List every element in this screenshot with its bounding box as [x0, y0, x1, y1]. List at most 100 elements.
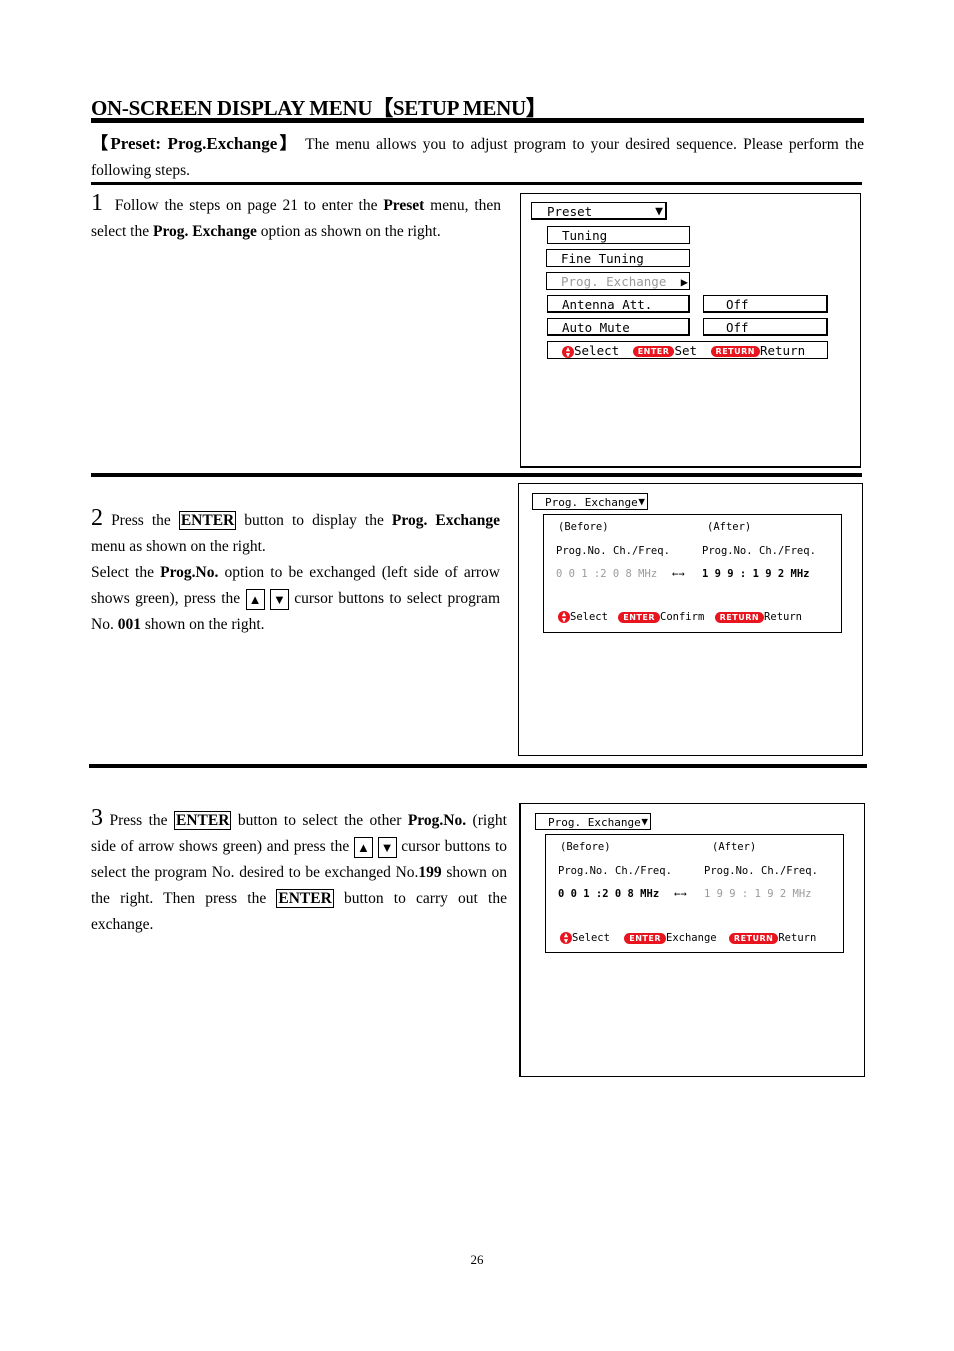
bold-run: Prog.No.: [407, 812, 467, 829]
osd-preset-panel: Preset ▼ Tuning Fine Tuning Prog. Exchan…: [520, 193, 861, 468]
up-arrow-key-icon: ▲: [245, 588, 265, 610]
text-run: button to display the: [236, 512, 392, 529]
text-run: menu as shown on the right.: [91, 538, 266, 555]
enter-button-icon: ENTER: [624, 932, 667, 944]
menu-item-antenna-att[interactable]: Antenna Att.: [547, 295, 690, 313]
step-1-rule: [91, 473, 862, 477]
down-arrow-key-icon: ▼: [377, 836, 397, 858]
enter-button-icon: ENTER: [618, 611, 661, 623]
step-number: 2: [91, 505, 103, 531]
exchange-arrow-icon: ←→: [674, 888, 687, 900]
text-run: Press the: [111, 512, 179, 529]
up-arrow-key-icon: ▲: [353, 836, 373, 858]
menu-item-auto-mute[interactable]: Auto Mute: [547, 318, 690, 336]
before-value[interactable]: 0 0 1 :2 0 8 MHz: [556, 568, 657, 580]
step-2-text: 2 Press the ENTER button to display the …: [91, 505, 501, 638]
step-1-text: 1 Follow the steps on page 21 to enter t…: [91, 190, 501, 245]
text-run: button to select the other: [231, 812, 408, 829]
enter-hint: Confirm: [660, 611, 705, 623]
text-run: Follow the steps on page 21 to enter the: [114, 197, 384, 214]
up-down-icon: ▲ ▼: [560, 932, 572, 945]
return-button-icon: RETURN: [728, 932, 779, 944]
menu-item-label: Fine Tuning: [561, 251, 644, 266]
col-freq-before: Ch./Freq.: [615, 865, 672, 877]
select-hint: Select: [570, 611, 608, 623]
return-button-icon: RETURN: [710, 346, 760, 357]
select-hint: Select: [574, 343, 620, 358]
col-freq-before: Ch./Freq.: [613, 545, 670, 557]
osd-footer: ▲ ▼ Select ENTER Exchange RETURN Return: [560, 932, 817, 945]
triangle-down-icon: ▼: [655, 204, 663, 219]
step-number: 1: [91, 190, 103, 216]
auto-mute-value[interactable]: Off: [703, 318, 828, 336]
title-rule: [91, 118, 864, 123]
select-hint: Select: [572, 932, 610, 944]
return-hint: Return: [778, 932, 817, 944]
value-label: Off: [726, 297, 749, 312]
before-label: (Before): [558, 521, 609, 533]
value-label: Off: [726, 320, 749, 335]
step-2-rule: [89, 764, 867, 768]
bold-run: 001: [117, 616, 141, 633]
exchange-arrow-icon: ←→: [672, 568, 685, 580]
bold-run: Prog. Exchange: [391, 512, 501, 529]
return-button-icon: RETURN: [714, 611, 765, 623]
text-run: Press the: [109, 812, 175, 829]
intro-rule: [91, 182, 862, 185]
antenna-att-value[interactable]: Off: [703, 295, 828, 313]
bold-run: Prog. Exchange: [152, 223, 257, 240]
up-down-icon: ▲ ▼: [558, 611, 570, 624]
text-run: shown on the right.: [140, 616, 265, 633]
enter-key-label: ENTER: [178, 511, 237, 530]
col-prog-no-before: Prog.No.: [558, 865, 609, 877]
after-value[interactable]: 1 9 9 : 1 9 2 MHz: [702, 568, 809, 580]
exchange-box: (Before) (After) Prog.No. Ch./Freq. Prog…: [543, 514, 842, 633]
return-hint: Return: [759, 343, 806, 358]
col-freq-after: Ch./Freq.: [761, 865, 818, 877]
bold-run: Preset: [383, 197, 425, 214]
menu-item-label: Prog. Exchange: [561, 274, 667, 289]
col-prog-no-after: Prog.No.: [704, 865, 755, 877]
osd-exchange-panel-execute: Prog. Exchange ▼ (Before) (After) Prog.N…: [519, 803, 865, 1077]
intro-heading: 【Preset: Prog.Exchange】: [91, 134, 299, 153]
menu-item-prog-exchange[interactable]: Prog. Exchange ▶: [546, 272, 690, 290]
before-value[interactable]: 0 0 1 :2 0 8 MHz: [558, 888, 659, 900]
enter-hint: Exchange: [666, 932, 717, 944]
enter-key-label: ENTER: [276, 889, 334, 908]
menu-item-label: Antenna Att.: [562, 297, 653, 312]
step-3-text: 3 Press the ENTER button to select the o…: [91, 805, 507, 938]
exchange-box: (Before) (After) Prog.No. Ch./Freq. Prog…: [545, 834, 844, 953]
after-label: (After): [707, 521, 752, 533]
osd-preset-header: Preset ▼: [531, 202, 667, 220]
return-hint: Return: [764, 611, 802, 623]
enter-hint: Set: [674, 343, 698, 358]
down-arrow-key-icon: ▼: [269, 588, 289, 610]
intro-paragraph: 【Preset: Prog.Exchange】 The menu allows …: [91, 131, 864, 184]
osd-header-label: Prog. Exchange: [548, 816, 641, 829]
triangle-down-icon: ▼: [641, 815, 648, 828]
text-run: Select the: [91, 564, 161, 581]
osd-footer: ▲ ▼ Select ENTER Set RETURN Return: [547, 341, 828, 359]
osd-exchange-header: Prog. Exchange ▼: [532, 493, 648, 510]
bold-run: Prog.No.: [160, 564, 219, 581]
osd-header-label: Prog. Exchange: [545, 496, 638, 509]
after-label: (After): [712, 841, 757, 853]
bold-run: 199: [418, 864, 442, 881]
before-label: (Before): [560, 841, 611, 853]
osd-footer: ▲ ▼ Select ENTER Confirm RETURN Return: [558, 611, 802, 624]
enter-button-icon: ENTER: [632, 346, 675, 357]
menu-item-label: Tuning: [562, 228, 608, 243]
col-prog-no-before: Prog.No.: [556, 545, 607, 557]
step-number: 3: [91, 805, 103, 831]
triangle-down-icon: ▼: [638, 495, 645, 508]
page-number: 26: [470, 1252, 484, 1267]
col-prog-no-after: Prog.No.: [702, 545, 753, 557]
menu-item-label: Auto Mute: [562, 320, 630, 335]
after-value[interactable]: 1 9 9 : 1 9 2 MHz: [704, 888, 811, 900]
osd-exchange-header: Prog. Exchange ▼: [535, 813, 651, 830]
triangle-right-icon: ▶: [680, 275, 688, 289]
menu-item-tuning[interactable]: Tuning: [547, 226, 690, 244]
col-freq-after: Ch./Freq.: [759, 545, 816, 557]
text-run: option as shown on the right.: [256, 223, 441, 240]
menu-item-fine-tuning[interactable]: Fine Tuning: [546, 249, 690, 267]
